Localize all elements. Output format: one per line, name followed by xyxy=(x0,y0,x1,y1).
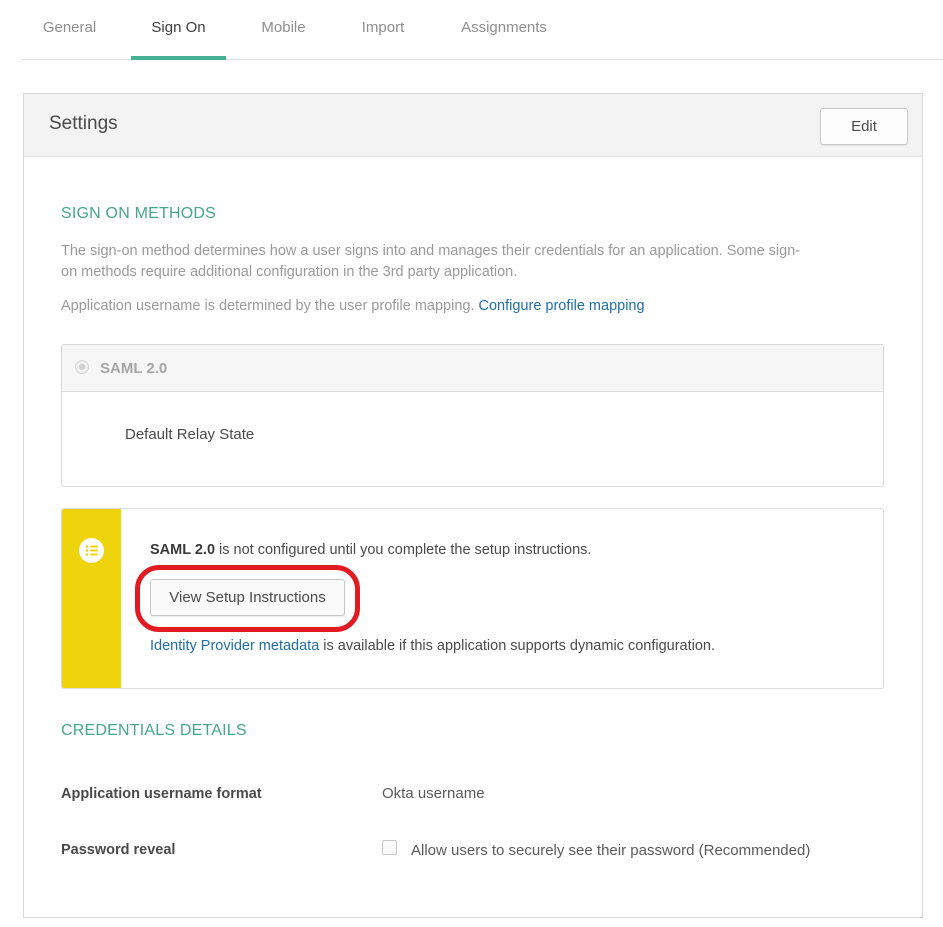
saml-method-label: SAML 2.0 xyxy=(100,360,168,377)
notice-message: SAML 2.0 is not configured until you com… xyxy=(150,542,591,558)
password-reveal-option-label[interactable]: Allow users to securely see their passwo… xyxy=(411,842,810,859)
saml-method-header: SAML 2.0 xyxy=(62,345,883,392)
identity-provider-metadata-link[interactable]: Identity Provider metadata xyxy=(150,638,319,654)
sign-on-description-line1: The sign-on method determines how a user… xyxy=(61,243,801,259)
settings-title: Settings xyxy=(49,113,118,134)
sign-on-description-line2: on methods require additional configurat… xyxy=(61,264,518,280)
tab-general[interactable]: General xyxy=(22,0,117,60)
username-mapping-label: Application username is determined by th… xyxy=(61,298,475,314)
tab-sign-on[interactable]: Sign On xyxy=(131,0,226,60)
password-reveal-checkbox[interactable] xyxy=(382,840,397,855)
view-setup-instructions-button[interactable]: View Setup Instructions xyxy=(150,579,345,616)
password-reveal-label: Password reveal xyxy=(61,842,176,858)
tab-assignments[interactable]: Assignments xyxy=(443,0,565,60)
saml-method-box: SAML 2.0 Default Relay State xyxy=(61,344,884,487)
metadata-text: is available if this application support… xyxy=(319,638,716,654)
edit-button[interactable]: Edit xyxy=(820,108,908,145)
default-relay-state-label: Default Relay State xyxy=(125,426,255,443)
username-format-value: Okta username xyxy=(382,785,485,802)
tab-mobile[interactable]: Mobile xyxy=(240,0,327,60)
configure-profile-mapping-link[interactable]: Configure profile mapping xyxy=(479,298,645,314)
notice-method-name: SAML 2.0 xyxy=(150,542,216,558)
list-icon xyxy=(79,538,104,563)
metadata-line: Identity Provider metadata is available … xyxy=(150,638,715,654)
credentials-details-heading: CREDENTIALS DETAILS xyxy=(61,722,247,739)
setup-notice: SAML 2.0 is not configured until you com… xyxy=(61,508,884,689)
settings-panel: Settings Edit SIGN ON METHODS The sign-o… xyxy=(23,93,923,918)
username-mapping-text: Application username is determined by th… xyxy=(61,296,645,317)
notice-message-text: is not configured until you complete the… xyxy=(215,542,592,558)
settings-header: Settings Edit xyxy=(24,94,922,157)
username-format-label: Application username format xyxy=(61,786,262,802)
tab-import[interactable]: Import xyxy=(342,0,424,60)
sign-on-methods-heading: SIGN ON METHODS xyxy=(61,205,217,222)
saml-radio-button[interactable] xyxy=(75,360,89,374)
notice-accent-bar xyxy=(62,509,121,688)
tab-bar: General Sign On Mobile Import Assignment… xyxy=(22,0,943,60)
